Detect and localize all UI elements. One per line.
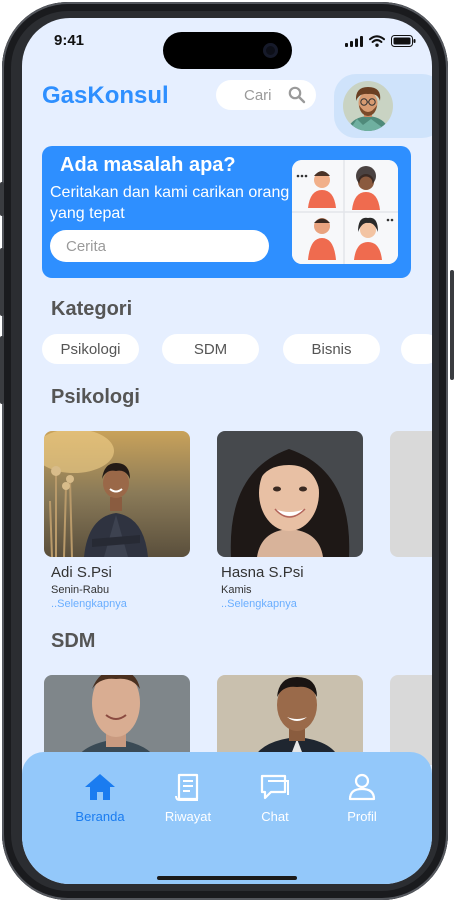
chat-icon	[260, 774, 289, 800]
see-more-link[interactable]: ..Selengkapnya	[221, 598, 297, 610]
sdm-title: SDM	[51, 630, 96, 652]
chip-more[interactable]	[401, 334, 432, 364]
status-icons	[345, 35, 416, 47]
history-icon	[175, 773, 199, 801]
psikologi-title: Psikologi	[51, 386, 140, 408]
story-placeholder: Cerita	[66, 238, 107, 255]
consultant-photo-adi[interactable]	[44, 431, 190, 557]
category-title: Kategori	[51, 298, 133, 320]
nav-riwayat[interactable]: Riwayat	[153, 772, 223, 824]
consultant-schedule: Senin-Rabu	[51, 584, 110, 596]
hero-banner: Ada masalah apa? Ceritakan dan kami cari…	[42, 146, 411, 278]
battery-icon	[391, 35, 416, 47]
chip-sdm[interactable]: SDM	[162, 334, 259, 364]
chip-psikologi[interactable]: Psikologi	[42, 334, 139, 364]
consultant-photo-hasna[interactable]	[217, 431, 363, 557]
banner-subtitle: Ceritakan dan kami carikan orang yang te…	[50, 184, 290, 222]
consultant-card-placeholder[interactable]	[390, 431, 432, 557]
volume-down-button	[0, 336, 4, 404]
nav-label: Beranda	[75, 809, 125, 824]
power-button	[450, 270, 454, 380]
volume-up-button	[0, 248, 4, 316]
avatar[interactable]	[343, 81, 393, 131]
home-indicator[interactable]	[157, 876, 297, 880]
chip-bisnis[interactable]: Bisnis	[283, 334, 380, 364]
dynamic-island	[163, 32, 292, 69]
profile-card[interactable]	[334, 74, 432, 138]
consultant-name: Adi S.Psi	[51, 564, 112, 581]
see-more-link[interactable]: ..Selengkapnya	[51, 598, 127, 610]
wifi-icon	[369, 35, 385, 47]
search-placeholder: Cari	[244, 87, 272, 104]
app-screen: 9:41 GasKonsul Cari Ada masalah apa? Cer…	[22, 18, 432, 884]
search-input[interactable]: Cari	[216, 80, 316, 110]
banner-title: Ada masalah apa?	[60, 154, 236, 176]
nav-label: Riwayat	[164, 809, 212, 824]
action-button	[0, 182, 4, 216]
nav-label: Profil	[347, 809, 377, 824]
status-time: 9:41	[54, 32, 85, 49]
story-input[interactable]: Cerita	[50, 230, 269, 262]
consultant-name: Hasna S.Psi	[221, 564, 304, 581]
consultation-illustration	[292, 160, 398, 264]
camera-icon	[263, 43, 278, 58]
nav-profil[interactable]: Profil	[327, 772, 397, 824]
nav-label: Chat	[261, 809, 289, 824]
consultant-schedule: Kamis	[221, 584, 252, 596]
nav-chat[interactable]: Chat	[240, 772, 310, 824]
home-icon	[85, 774, 115, 800]
search-icon[interactable]	[288, 86, 306, 104]
app-logo: GasKonsul	[42, 82, 169, 109]
nav-beranda[interactable]: Beranda	[65, 772, 135, 824]
user-icon	[348, 773, 376, 801]
bottom-navigation: Beranda Riwayat Chat Profil	[22, 752, 432, 884]
signal-icon	[345, 35, 363, 47]
